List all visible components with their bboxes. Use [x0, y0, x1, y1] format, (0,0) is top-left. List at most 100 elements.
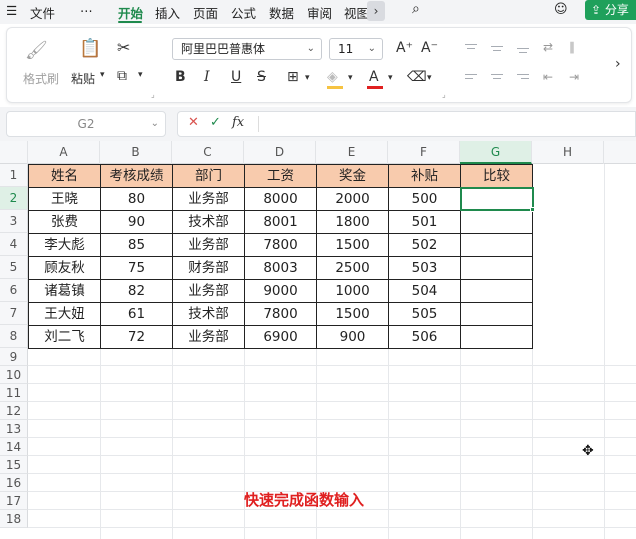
table-cell[interactable]: 王大妞	[29, 303, 101, 326]
font-expand-icon[interactable]: ⌟	[442, 90, 446, 99]
header-cell[interactable]: 工资	[245, 165, 317, 188]
indent-increase-icon[interactable]: ⇥	[569, 70, 579, 84]
row-header[interactable]: 12	[0, 402, 28, 420]
row-header[interactable]: 13	[0, 420, 28, 438]
header-cell[interactable]: 补贴	[389, 165, 461, 188]
row-header[interactable]: 17	[0, 492, 28, 510]
table-cell[interactable]	[461, 326, 533, 349]
search-icon[interactable]: ⌕	[412, 1, 420, 17]
tab-review[interactable]: 审阅	[307, 3, 332, 22]
clipboard-expand-icon[interactable]: ⌟	[151, 90, 155, 99]
table-cell[interactable]: 85	[101, 234, 173, 257]
confirm-icon[interactable]: ✓	[210, 115, 221, 130]
table-cell[interactable]: 技术部	[173, 303, 245, 326]
col-header-c[interactable]: C	[172, 141, 244, 164]
font-name-select[interactable]: 阿里巴巴普惠体 ⌄	[172, 38, 322, 60]
table-cell[interactable]	[461, 280, 533, 303]
row-header[interactable]: 6	[0, 279, 28, 302]
menu-more[interactable]: ⋯	[80, 3, 93, 18]
table-cell[interactable]: 业务部	[173, 326, 245, 349]
row-header[interactable]: 9	[0, 348, 28, 366]
border-icon[interactable]: ⊞	[287, 69, 299, 85]
col-header-f[interactable]: F	[388, 141, 460, 164]
menu-file[interactable]: 文件	[30, 3, 55, 22]
header-cell[interactable]: 姓名	[29, 165, 101, 188]
border-dropdown-icon[interactable]: ▾	[305, 73, 310, 83]
col-header-h[interactable]: H	[532, 141, 604, 164]
col-header-d[interactable]: D	[244, 141, 316, 164]
fill-handle[interactable]	[530, 207, 535, 212]
formula-input[interactable]: ✕ ✓ fx	[177, 111, 636, 137]
chevron-right-icon[interactable]: ›	[367, 1, 385, 21]
table-cell[interactable]: 张费	[29, 211, 101, 234]
table-cell[interactable]: 1800	[317, 211, 389, 234]
tab-home[interactable]: 开始	[118, 3, 143, 22]
indent-decrease-icon[interactable]: ⇤	[543, 70, 553, 84]
row-header[interactable]: 14	[0, 438, 28, 456]
table-cell[interactable]: 刘二飞	[29, 326, 101, 349]
table-cell[interactable]: 503	[389, 257, 461, 280]
row-header[interactable]: 8	[0, 325, 28, 348]
underline-button[interactable]: U	[231, 69, 241, 85]
table-cell[interactable]: 502	[389, 234, 461, 257]
decrease-font-icon[interactable]: A⁻	[421, 40, 438, 56]
table-cell[interactable]: 72	[101, 326, 173, 349]
table-cell[interactable]: 501	[389, 211, 461, 234]
table-cell[interactable]: 2000	[317, 188, 389, 211]
row-header[interactable]: 2	[0, 187, 28, 210]
col-header-g[interactable]: G	[460, 141, 532, 164]
name-box[interactable]: G2 ⌄	[6, 111, 166, 137]
font-color-icon[interactable]: A	[369, 69, 379, 85]
select-all-corner[interactable]	[0, 141, 28, 164]
format-painter-icon[interactable]: 🖌	[25, 40, 48, 61]
table-cell[interactable]: 8001	[245, 211, 317, 234]
table-cell[interactable]: 8000	[245, 188, 317, 211]
table-cell[interactable]: 506	[389, 326, 461, 349]
table-cell[interactable]	[461, 234, 533, 257]
row-header[interactable]: 7	[0, 302, 28, 325]
strikethrough-button[interactable]: S	[257, 69, 266, 85]
fill-dropdown-icon[interactable]: ▾	[348, 73, 353, 83]
table-cell[interactable]: 80	[101, 188, 173, 211]
table-cell[interactable]: 顾友秋	[29, 257, 101, 280]
face-icon[interactable]: ☺	[554, 2, 568, 17]
table-cell[interactable]	[461, 303, 533, 326]
table-cell[interactable]: 504	[389, 280, 461, 303]
row-header[interactable]: 18	[0, 510, 28, 528]
paste-icon[interactable]: 📋	[79, 38, 101, 59]
row-header[interactable]: 5	[0, 256, 28, 279]
tab-formula[interactable]: 公式	[231, 3, 256, 22]
table-cell[interactable]: 7800	[245, 303, 317, 326]
copy-dropdown-icon[interactable]: ▾	[138, 70, 143, 80]
italic-button[interactable]: I	[204, 69, 210, 85]
row-header[interactable]: 11	[0, 384, 28, 402]
col-header-a[interactable]: A	[28, 141, 100, 164]
row-header[interactable]: 16	[0, 474, 28, 492]
row-header[interactable]: 4	[0, 233, 28, 256]
row-header[interactable]: 15	[0, 456, 28, 474]
table-cell[interactable]: 505	[389, 303, 461, 326]
table-cell[interactable]: 技术部	[173, 211, 245, 234]
table-cell[interactable]	[461, 257, 533, 280]
table-cell[interactable]: 500	[389, 188, 461, 211]
paste-dropdown-icon[interactable]: ▾	[100, 70, 105, 80]
table-cell[interactable]: 9000	[245, 280, 317, 303]
tab-page[interactable]: 页面	[193, 3, 218, 22]
header-cell[interactable]: 部门	[173, 165, 245, 188]
row-header[interactable]: 3	[0, 210, 28, 233]
orientation-icon[interactable]: ∥	[569, 40, 575, 54]
paste-label[interactable]: 粘贴	[71, 70, 95, 87]
bold-button[interactable]: B	[175, 69, 186, 85]
table-cell[interactable]: 90	[101, 211, 173, 234]
table-cell[interactable]: 7800	[245, 234, 317, 257]
table-cell[interactable]: 1500	[317, 303, 389, 326]
col-header-b[interactable]: B	[100, 141, 172, 164]
table-cell[interactable]: 李大彪	[29, 234, 101, 257]
table-cell[interactable]	[461, 211, 533, 234]
table-cell[interactable]: 2500	[317, 257, 389, 280]
fill-color-icon[interactable]: ◈	[327, 69, 338, 85]
cancel-icon[interactable]: ✕	[188, 115, 199, 130]
table-cell[interactable]: 900	[317, 326, 389, 349]
cut-icon[interactable]: ✂	[117, 38, 130, 57]
eraser-icon[interactable]: ⌫	[407, 69, 427, 85]
